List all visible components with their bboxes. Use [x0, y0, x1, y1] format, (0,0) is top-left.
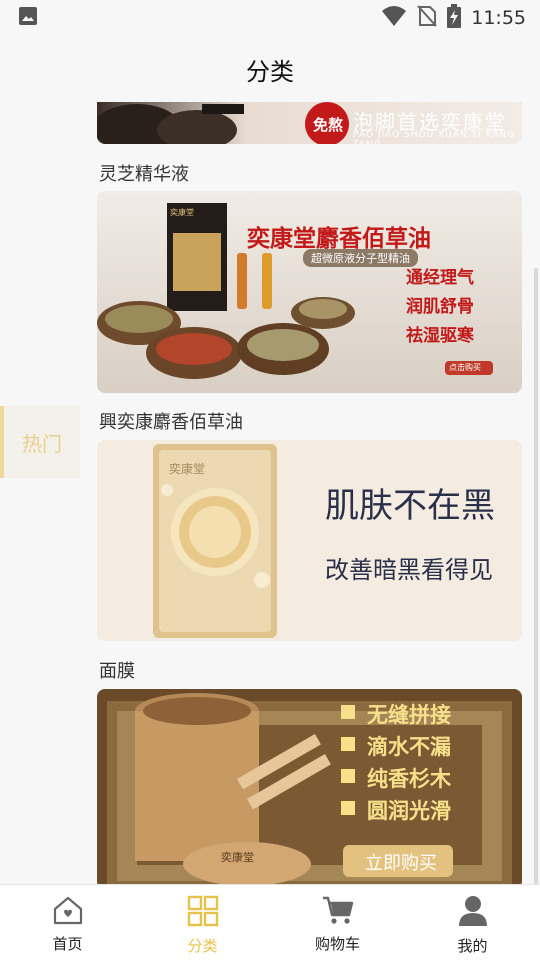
- grid-icon: [187, 895, 219, 931]
- banner-subhead: 改善暗黑看得见: [325, 556, 493, 584]
- image-notification-icon: [18, 6, 38, 30]
- buy-now-button[interactable]: 立即购买: [365, 849, 437, 875]
- section-title: 灵芝精华液: [99, 164, 189, 185]
- product-box-brand: 奕康堂: [170, 208, 194, 217]
- banner-feature: 圆润光滑: [367, 799, 451, 823]
- bottom-nav: 首页 分类 购物车 我的: [0, 884, 540, 960]
- banner-feature: 纯香杉木: [367, 767, 451, 791]
- profile-icon: [458, 895, 488, 931]
- cart-icon: [321, 895, 355, 929]
- nav-item-cart[interactable]: 购物车: [270, 885, 405, 960]
- scrollbar[interactable]: [534, 268, 538, 884]
- mask-pack-brand: 奕康堂: [169, 462, 206, 476]
- no-sim-icon: [417, 5, 437, 31]
- nav-item-category[interactable]: 分类: [135, 885, 270, 960]
- nav-label: 首页: [52, 935, 83, 953]
- banner-feature: 滴水不漏: [367, 735, 451, 759]
- category-item-label: 热门: [22, 431, 62, 456]
- banner-badge: 免熬: [313, 116, 344, 134]
- status-bar: 11:55: [0, 0, 540, 36]
- category-content: 免熬 泡脚首选奕康堂 PAO JIAO SHOU XUAN YI KANG TA…: [97, 102, 522, 884]
- banner-face-mask[interactable]: 奕康堂 肌肤不在黑 改善暗黑看得见: [97, 440, 522, 641]
- banner-feature: 无缝拼接: [367, 703, 451, 727]
- nav-label: 分类: [187, 937, 218, 955]
- page-title: 分类: [246, 57, 294, 86]
- status-time: 11:55: [471, 7, 526, 29]
- banner-headline: 奕康堂麝香佰草油: [247, 225, 431, 252]
- nav-label: 购物车: [314, 935, 360, 953]
- bucket-lid-brand: 奕康堂: [221, 851, 254, 864]
- banner-feature: 通经理气: [406, 268, 474, 288]
- app-header: 分类: [0, 36, 540, 102]
- category-rail: 热门: [0, 102, 80, 884]
- battery-charging-icon: [447, 4, 462, 32]
- nav-item-profile[interactable]: 我的: [405, 885, 540, 960]
- banner-feature: 润肌舒骨: [406, 297, 474, 317]
- section-title: 興奕康麝香佰草油: [99, 412, 243, 433]
- nav-label: 我的: [457, 937, 488, 955]
- banner-herbal-oil[interactable]: 奕康堂 奕康堂麝香佰草油 超微原液分子型精油 通经理气 润肌舒骨 祛湿驱寒 点击…: [97, 191, 522, 393]
- nav-item-home[interactable]: 首页: [0, 885, 135, 960]
- banner-feature: 祛湿驱寒: [406, 326, 474, 346]
- section-title: 面膜: [99, 661, 135, 682]
- banner-subhead: 超微原液分子型精油: [303, 249, 418, 267]
- category-item-hot[interactable]: 热门: [0, 406, 80, 478]
- buy-now-button[interactable]: 点击购买: [449, 362, 481, 373]
- wifi-icon: [381, 5, 407, 31]
- banner-foot-soak[interactable]: 免熬 泡脚首选奕康堂 PAO JIAO SHOU XUAN YI KANG TA…: [97, 102, 522, 144]
- banner-wooden-bucket[interactable]: 奕康堂 无缝拼接 滴水不漏 纯香杉木 圆润光滑 立即购买: [97, 689, 522, 884]
- banner-headline: 肌肤不在黑: [325, 486, 495, 526]
- banner-pinyin: PAO JIAO SHOU XUAN YI KANG TANG: [353, 130, 516, 144]
- home-icon: [52, 895, 84, 929]
